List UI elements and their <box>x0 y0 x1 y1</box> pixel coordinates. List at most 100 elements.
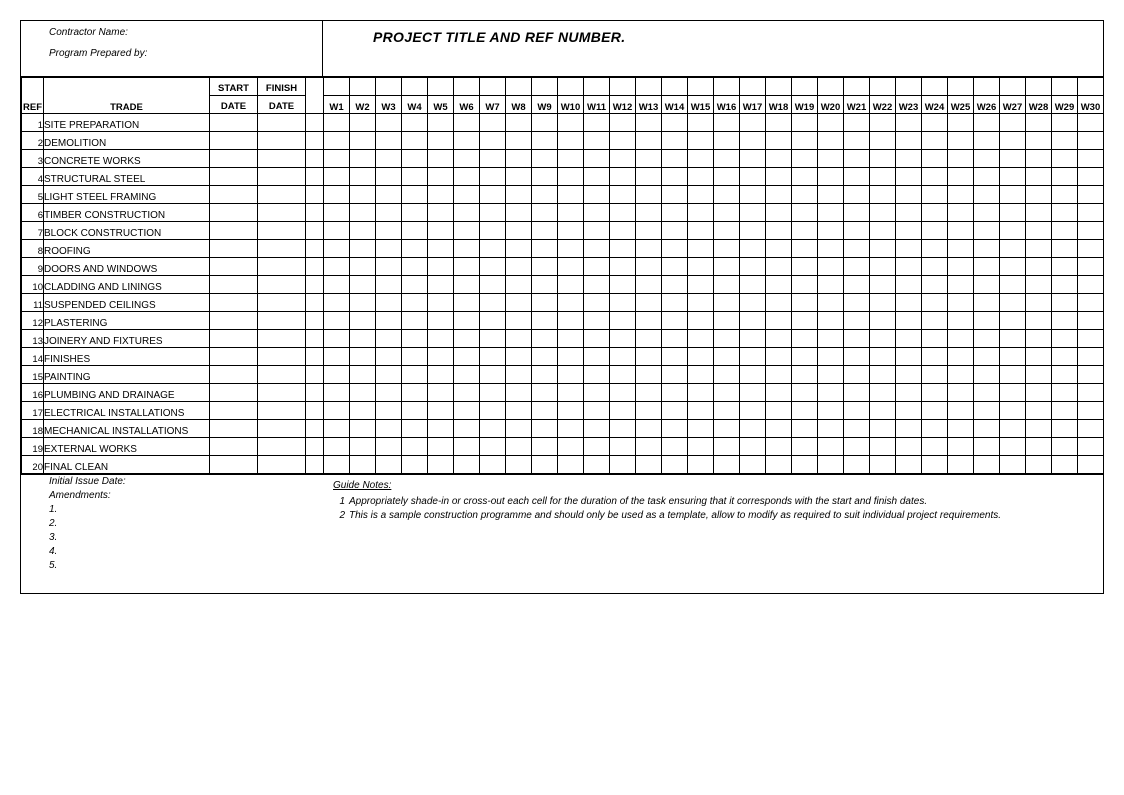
week-cell <box>974 294 1000 312</box>
week-cell <box>688 366 714 384</box>
week-cell <box>636 186 662 204</box>
week-cell <box>428 132 454 150</box>
week-cell <box>1000 420 1026 438</box>
week-cell <box>1078 222 1104 240</box>
week-cell <box>610 114 636 132</box>
week-cell <box>948 114 974 132</box>
finish-date-cell <box>258 186 306 204</box>
week-cell <box>454 420 480 438</box>
week-cell <box>506 294 532 312</box>
week-cell <box>1078 204 1104 222</box>
week-cell <box>480 114 506 132</box>
week-cell <box>896 348 922 366</box>
week-cell <box>376 438 402 456</box>
week-cell <box>662 384 688 402</box>
week-cell <box>1078 384 1104 402</box>
table-row: 9DOORS AND WINDOWS <box>22 258 1104 276</box>
week-cell <box>428 222 454 240</box>
week-cell <box>636 330 662 348</box>
week-cell <box>896 114 922 132</box>
week-cell <box>324 204 350 222</box>
week-cell <box>532 402 558 420</box>
week-cell <box>636 222 662 240</box>
week-cell <box>766 348 792 366</box>
week-cell <box>870 402 896 420</box>
week-cell <box>818 258 844 276</box>
week-cell <box>584 348 610 366</box>
week-cell <box>532 150 558 168</box>
header-right: PROJECT TITLE AND REF NUMBER. <box>323 21 1103 76</box>
week-cell <box>974 150 1000 168</box>
week-cell <box>1026 348 1052 366</box>
trade-cell: SITE PREPARATION <box>44 114 210 132</box>
week-header-upper <box>558 78 584 96</box>
week-header-upper <box>1078 78 1104 96</box>
week-cell <box>324 168 350 186</box>
start-date-cell <box>210 204 258 222</box>
week-cell <box>766 294 792 312</box>
week-cell <box>688 348 714 366</box>
week-cell <box>532 348 558 366</box>
week-cell <box>402 150 428 168</box>
week-header: W17 <box>740 96 766 114</box>
week-cell <box>532 330 558 348</box>
week-cell <box>324 366 350 384</box>
week-cell <box>636 438 662 456</box>
trade-cell: PAINTING <box>44 366 210 384</box>
week-cell <box>454 330 480 348</box>
week-cell <box>974 240 1000 258</box>
ref-cell: 12 <box>22 312 44 330</box>
week-cell <box>506 258 532 276</box>
week-cell <box>428 438 454 456</box>
table-row: 11SUSPENDED CEILINGS <box>22 294 1104 312</box>
week-cell <box>870 438 896 456</box>
week-cell <box>766 258 792 276</box>
week-cell <box>532 366 558 384</box>
week-cell <box>792 438 818 456</box>
week-cell <box>558 204 584 222</box>
ref-cell: 3 <box>22 150 44 168</box>
week-cell <box>402 348 428 366</box>
week-cell <box>350 330 376 348</box>
week-cell <box>844 276 870 294</box>
week-cell <box>662 348 688 366</box>
week-cell <box>818 294 844 312</box>
week-cell <box>402 258 428 276</box>
week-cell <box>480 240 506 258</box>
week-cell <box>792 150 818 168</box>
ref-cell: 2 <box>22 132 44 150</box>
week-cell <box>948 348 974 366</box>
week-header: W7 <box>480 96 506 114</box>
week-cell <box>428 366 454 384</box>
week-cell <box>740 186 766 204</box>
ref-cell: 20 <box>22 456 44 474</box>
ref-cell: 9 <box>22 258 44 276</box>
trade-cell: FINISHES <box>44 348 210 366</box>
week-cell <box>610 294 636 312</box>
week-cell <box>1078 456 1104 474</box>
week-cell <box>688 204 714 222</box>
finish-date-cell <box>258 204 306 222</box>
gap-cell <box>306 294 324 312</box>
week-cell <box>662 186 688 204</box>
week-cell <box>844 132 870 150</box>
week-cell <box>610 276 636 294</box>
week-cell <box>948 240 974 258</box>
week-cell <box>350 114 376 132</box>
week-cell <box>324 330 350 348</box>
week-cell <box>1078 114 1104 132</box>
week-cell <box>506 330 532 348</box>
gap-cell <box>306 402 324 420</box>
week-cell <box>636 384 662 402</box>
gap-cell <box>306 330 324 348</box>
gap-cell <box>306 240 324 258</box>
week-header-upper <box>324 78 350 96</box>
week-cell <box>922 456 948 474</box>
week-cell <box>480 222 506 240</box>
week-cell <box>1000 348 1026 366</box>
week-cell <box>558 222 584 240</box>
week-cell <box>350 438 376 456</box>
week-cell <box>324 222 350 240</box>
week-cell <box>428 330 454 348</box>
table-row: 2DEMOLITION <box>22 132 1104 150</box>
